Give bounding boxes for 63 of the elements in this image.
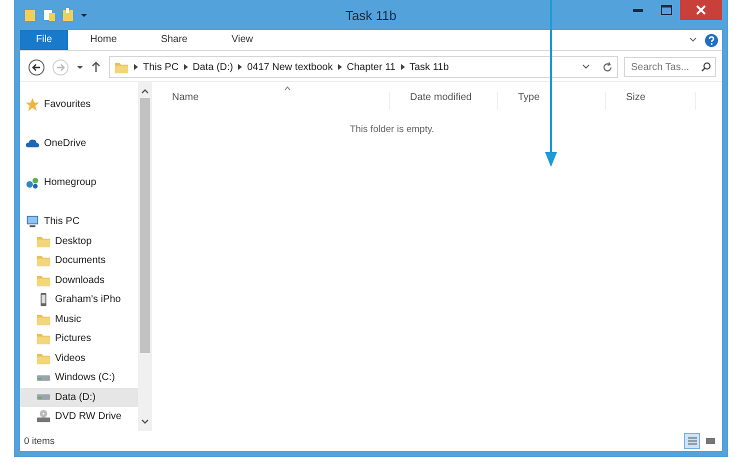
nav-item[interactable]: Music (20, 310, 138, 329)
breadcrumb[interactable]: Data (D:) (192, 62, 234, 72)
nav-item[interactable]: Pictures (20, 329, 138, 348)
refresh-icon[interactable] (602, 62, 613, 72)
sort-caret-icon (284, 86, 291, 91)
computer-icon (25, 214, 40, 230)
nav-item[interactable]: OneDrive (20, 134, 138, 154)
ribbon-tab[interactable]: Home (68, 30, 139, 50)
nav-item[interactable]: Videos (20, 348, 138, 368)
nav-item[interactable]: Desktop (20, 232, 138, 251)
breadcrumb[interactable]: 0417 New textbook (247, 62, 333, 72)
dropdown-icon[interactable] (80, 11, 88, 19)
breadcrumb[interactable]: Task 11b (410, 62, 449, 72)
close-icon (696, 5, 706, 15)
nav-item[interactable]: Graham's iPho (20, 290, 138, 310)
nav-item[interactable]: Homegroup (20, 173, 138, 192)
file-tab[interactable]: File (20, 30, 68, 50)
ribbon-tab[interactable]: Share (138, 30, 210, 50)
chevron-icon[interactable] (184, 64, 188, 70)
back-button[interactable] (28, 58, 45, 76)
dvd-drive-icon (36, 409, 51, 424)
address-bar[interactable]: This PC Data (D:) 0417 New textbook Chapter 11 Task 11b (109, 56, 618, 78)
star-icon (25, 97, 40, 112)
close-button[interactable] (680, 0, 722, 20)
search-icon (701, 62, 711, 72)
help-icon[interactable] (705, 34, 718, 46)
item-count: 0 items (24, 436, 55, 446)
nav-item[interactable]: DVD RW Drive (20, 407, 138, 426)
nav-item[interactable]: Downloads (20, 270, 138, 290)
chevron-icon[interactable] (400, 64, 404, 70)
chevron-icon[interactable] (338, 64, 342, 70)
column-header[interactable]: Name (152, 92, 390, 110)
ribbon-tab[interactable]: View (210, 30, 275, 50)
dropdown-icon[interactable] (76, 63, 84, 71)
chevron-icon[interactable] (582, 64, 590, 70)
scrollbar[interactable] (138, 82, 152, 431)
drive-icon (36, 393, 51, 402)
minimize-icon (633, 8, 643, 12)
nav-item[interactable]: Data (D:) (20, 388, 138, 407)
window-title: Task 11b (345, 8, 397, 22)
breadcrumb[interactable]: This PC (143, 62, 179, 72)
nav-item[interactable]: Favourites (20, 95, 138, 114)
chevron-icon[interactable] (134, 64, 138, 70)
nav-item[interactable]: Documents (20, 251, 138, 270)
drive-icon (36, 374, 51, 382)
chevron-icon[interactable] (238, 64, 242, 70)
tiles-icon (704, 437, 716, 445)
list-icon (686, 437, 698, 445)
column-header[interactable]: Size (606, 92, 696, 110)
maximize-icon (660, 5, 672, 15)
chevron-icon[interactable] (689, 37, 697, 43)
up-arrow-icon[interactable] (91, 61, 101, 73)
homegroup-icon (25, 175, 40, 190)
breadcrumb[interactable]: Chapter 11 (346, 62, 396, 72)
details-view-button[interactable] (684, 433, 700, 449)
search-field[interactable]: Search Tas... (624, 57, 716, 77)
scroll-up-icon[interactable] (141, 88, 149, 94)
nav-item[interactable]: This PC (20, 212, 138, 232)
nav-item[interactable]: Windows (C:) (20, 368, 138, 388)
scrollbar-thumb[interactable] (140, 98, 150, 353)
scroll-down-icon[interactable] (141, 419, 149, 425)
empty-folder-message: This folder is empty. (350, 124, 434, 135)
column-header[interactable]: Date modified (390, 92, 498, 110)
